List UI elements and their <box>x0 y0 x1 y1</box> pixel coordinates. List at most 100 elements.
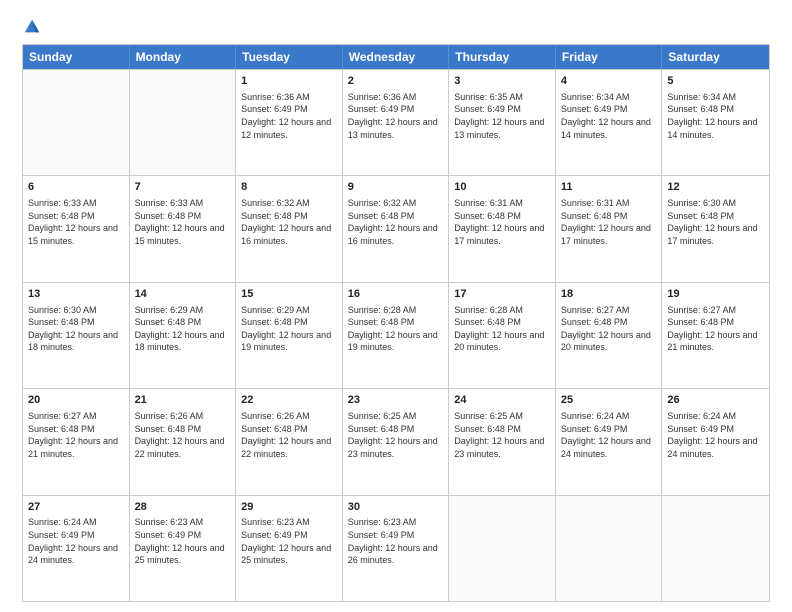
cal-cell-2-3: 8 Sunrise: 6:32 AM Sunset: 6:48 PM Daylig… <box>236 176 343 281</box>
day-number: 1 <box>241 74 337 89</box>
cal-cell-5-7 <box>662 496 769 601</box>
day-info: Sunrise: 6:28 AM Sunset: 6:48 PM Dayligh… <box>348 304 444 354</box>
day-number: 9 <box>348 180 444 195</box>
day-info: Sunrise: 6:31 AM Sunset: 6:48 PM Dayligh… <box>561 197 657 247</box>
day-info: Sunrise: 6:29 AM Sunset: 6:48 PM Dayligh… <box>135 304 231 354</box>
day-number: 15 <box>241 287 337 302</box>
cal-cell-2-7: 12 Sunrise: 6:30 AM Sunset: 6:48 PM Dayli… <box>662 176 769 281</box>
cal-cell-3-4: 16Sunrise: 6:28 AM Sunset: 6:48 PM Dayli… <box>343 283 450 388</box>
cal-cell-4-6: 25 Sunrise: 6:24 AM Sunset: 6:49 PM Dayli… <box>556 389 663 494</box>
day-number: 5 <box>667 74 764 89</box>
week-row-3: 13 Sunrise: 6:30 AM Sunset: 6:48 PM Dayli… <box>23 282 769 388</box>
day-info: Sunrise: 6:32 AM Sunset: 6:48 PM Dayligh… <box>241 197 337 247</box>
day-number: 11 <box>561 180 657 195</box>
cal-cell-3-2: 14 Sunrise: 6:29 AM Sunset: 6:48 PM Dayli… <box>130 283 237 388</box>
day-number: 29 <box>241 500 337 515</box>
day-number: 23 <box>348 393 444 408</box>
day-number: 18 <box>561 287 657 302</box>
day-info: Sunrise: 6:27 AM Sunset: 6:48 PM Dayligh… <box>28 410 124 460</box>
day-info: Sunrise: 6:30 AM Sunset: 6:48 PM Dayligh… <box>28 304 124 354</box>
day-number: 10 <box>454 180 550 195</box>
day-info: Sunrise: 6:26 AM Sunset: 6:48 PM Dayligh… <box>241 410 337 460</box>
day-info: Sunrise: 6:36 AM Sunset: 6:49 PM Dayligh… <box>348 91 444 141</box>
cal-cell-5-6 <box>556 496 663 601</box>
day-number: 21 <box>135 393 231 408</box>
cal-cell-1-5: 3 Sunrise: 6:35 AM Sunset: 6:49 PM Daylig… <box>449 70 556 175</box>
day-info: Sunrise: 6:30 AM Sunset: 6:48 PM Dayligh… <box>667 197 764 247</box>
day-number: 14 <box>135 287 231 302</box>
day-info: Sunrise: 6:29 AM Sunset: 6:48 PM Dayligh… <box>241 304 337 354</box>
cal-cell-1-1 <box>23 70 130 175</box>
day-info: Sunrise: 6:33 AM Sunset: 6:48 PM Dayligh… <box>28 197 124 247</box>
header <box>22 18 770 36</box>
cal-cell-3-1: 13 Sunrise: 6:30 AM Sunset: 6:48 PM Dayli… <box>23 283 130 388</box>
calendar-body: 1 Sunrise: 6:36 AM Sunset: 6:49 PM Daylig… <box>23 69 769 601</box>
day-number: 6 <box>28 180 124 195</box>
day-number: 25 <box>561 393 657 408</box>
day-number: 13 <box>28 287 124 302</box>
cal-cell-5-1: 27Sunrise: 6:24 AM Sunset: 6:49 PM Dayli… <box>23 496 130 601</box>
day-info: Sunrise: 6:34 AM Sunset: 6:49 PM Dayligh… <box>561 91 657 141</box>
cal-cell-4-7: 26 Sunrise: 6:24 AM Sunset: 6:49 PM Dayli… <box>662 389 769 494</box>
cal-cell-1-7: 5 Sunrise: 6:34 AM Sunset: 6:48 PM Daylig… <box>662 70 769 175</box>
cal-cell-2-4: 9 Sunrise: 6:32 AM Sunset: 6:48 PM Daylig… <box>343 176 450 281</box>
day-number: 17 <box>454 287 550 302</box>
week-row-2: 6 Sunrise: 6:33 AM Sunset: 6:48 PM Daylig… <box>23 175 769 281</box>
day-number: 26 <box>667 393 764 408</box>
day-info: Sunrise: 6:27 AM Sunset: 6:48 PM Dayligh… <box>561 304 657 354</box>
cal-cell-3-6: 18 Sunrise: 6:27 AM Sunset: 6:48 PM Dayli… <box>556 283 663 388</box>
day-number: 12 <box>667 180 764 195</box>
cal-cell-3-3: 15 Sunrise: 6:29 AM Sunset: 6:48 PM Dayli… <box>236 283 343 388</box>
day-info: Sunrise: 6:23 AM Sunset: 6:49 PM Dayligh… <box>135 516 231 566</box>
cal-cell-2-2: 7 Sunrise: 6:33 AM Sunset: 6:48 PM Daylig… <box>130 176 237 281</box>
day-number: 22 <box>241 393 337 408</box>
day-number: 28 <box>135 500 231 515</box>
day-number: 20 <box>28 393 124 408</box>
day-number: 19 <box>667 287 764 302</box>
day-number: 27 <box>28 500 124 515</box>
day-number: 4 <box>561 74 657 89</box>
cal-cell-2-1: 6 Sunrise: 6:33 AM Sunset: 6:48 PM Daylig… <box>23 176 130 281</box>
day-info: Sunrise: 6:26 AM Sunset: 6:48 PM Dayligh… <box>135 410 231 460</box>
day-number: 3 <box>454 74 550 89</box>
cal-cell-5-4: 30Sunrise: 6:23 AM Sunset: 6:49 PM Dayli… <box>343 496 450 601</box>
day-number: 24 <box>454 393 550 408</box>
header-day-friday: Friday <box>556 45 663 69</box>
day-number: 8 <box>241 180 337 195</box>
day-info: Sunrise: 6:32 AM Sunset: 6:48 PM Dayligh… <box>348 197 444 247</box>
cal-cell-5-2: 28Sunrise: 6:23 AM Sunset: 6:49 PM Dayli… <box>130 496 237 601</box>
day-info: Sunrise: 6:24 AM Sunset: 6:49 PM Dayligh… <box>667 410 764 460</box>
cal-cell-4-2: 21 Sunrise: 6:26 AM Sunset: 6:48 PM Dayli… <box>130 389 237 494</box>
day-info: Sunrise: 6:36 AM Sunset: 6:49 PM Dayligh… <box>241 91 337 141</box>
calendar-header: SundayMondayTuesdayWednesdayThursdayFrid… <box>23 45 769 69</box>
cal-cell-3-5: 17 Sunrise: 6:28 AM Sunset: 6:48 PM Dayli… <box>449 283 556 388</box>
cal-cell-1-2 <box>130 70 237 175</box>
cal-cell-5-3: 29Sunrise: 6:23 AM Sunset: 6:49 PM Dayli… <box>236 496 343 601</box>
day-info: Sunrise: 6:33 AM Sunset: 6:48 PM Dayligh… <box>135 197 231 247</box>
cal-cell-2-6: 11 Sunrise: 6:31 AM Sunset: 6:48 PM Dayli… <box>556 176 663 281</box>
week-row-1: 1 Sunrise: 6:36 AM Sunset: 6:49 PM Daylig… <box>23 69 769 175</box>
cal-cell-3-7: 19Sunrise: 6:27 AM Sunset: 6:48 PM Dayli… <box>662 283 769 388</box>
cal-cell-4-5: 24Sunrise: 6:25 AM Sunset: 6:48 PM Dayli… <box>449 389 556 494</box>
week-row-4: 20 Sunrise: 6:27 AM Sunset: 6:48 PM Dayli… <box>23 388 769 494</box>
logo <box>22 18 41 36</box>
cal-cell-5-5 <box>449 496 556 601</box>
day-number: 2 <box>348 74 444 89</box>
cal-cell-4-3: 22 Sunrise: 6:26 AM Sunset: 6:48 PM Dayli… <box>236 389 343 494</box>
page: SundayMondayTuesdayWednesdayThursdayFrid… <box>0 0 792 612</box>
cal-cell-4-4: 23 Sunrise: 6:25 AM Sunset: 6:48 PM Dayli… <box>343 389 450 494</box>
day-info: Sunrise: 6:28 AM Sunset: 6:48 PM Dayligh… <box>454 304 550 354</box>
day-info: Sunrise: 6:24 AM Sunset: 6:49 PM Dayligh… <box>561 410 657 460</box>
day-info: Sunrise: 6:25 AM Sunset: 6:48 PM Dayligh… <box>348 410 444 460</box>
header-day-monday: Monday <box>130 45 237 69</box>
day-info: Sunrise: 6:23 AM Sunset: 6:49 PM Dayligh… <box>241 516 337 566</box>
cal-cell-2-5: 10 Sunrise: 6:31 AM Sunset: 6:48 PM Dayli… <box>449 176 556 281</box>
day-info: Sunrise: 6:23 AM Sunset: 6:49 PM Dayligh… <box>348 516 444 566</box>
week-row-5: 27Sunrise: 6:24 AM Sunset: 6:49 PM Dayli… <box>23 495 769 601</box>
cal-cell-1-4: 2 Sunrise: 6:36 AM Sunset: 6:49 PM Daylig… <box>343 70 450 175</box>
day-number: 7 <box>135 180 231 195</box>
cal-cell-1-6: 4 Sunrise: 6:34 AM Sunset: 6:49 PM Daylig… <box>556 70 663 175</box>
day-info: Sunrise: 6:31 AM Sunset: 6:48 PM Dayligh… <box>454 197 550 247</box>
day-info: Sunrise: 6:35 AM Sunset: 6:49 PM Dayligh… <box>454 91 550 141</box>
day-info: Sunrise: 6:34 AM Sunset: 6:48 PM Dayligh… <box>667 91 764 141</box>
